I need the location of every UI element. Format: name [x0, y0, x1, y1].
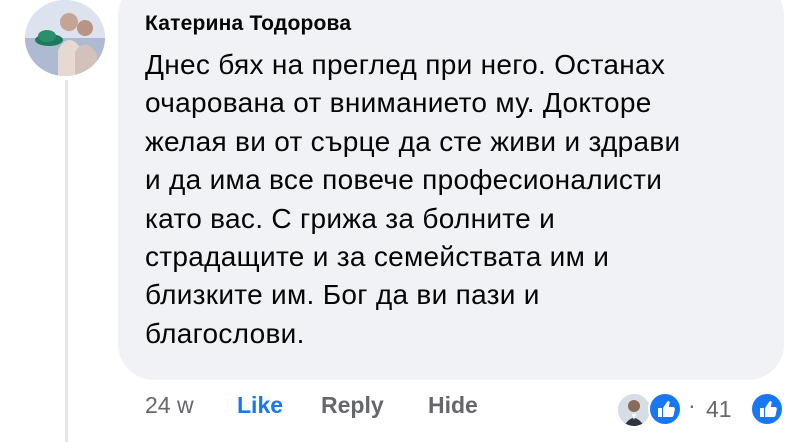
- comment-text-line: страдащите и за семействата им и: [145, 241, 610, 273]
- like-icon: [750, 392, 784, 426]
- person-avatar-icon: [618, 394, 650, 426]
- comment-text-line: като вас. С грижа за болните и: [145, 202, 556, 234]
- comment-text-line: и да има все повече професионалисти: [145, 164, 663, 196]
- reply-thread-line: [65, 80, 68, 442]
- like-button[interactable]: Like: [237, 392, 283, 419]
- reactor-avatar: [616, 392, 652, 428]
- author-avatar[interactable]: [25, 0, 105, 76]
- comment-text-line: Днес бях на преглед при него. Останах: [145, 49, 666, 80]
- reaction-separator: ·: [688, 392, 696, 418]
- reaction-count[interactable]: 41: [706, 396, 732, 423]
- like-icon: [648, 392, 682, 426]
- hide-button[interactable]: Hide: [428, 392, 478, 419]
- avatar-photo-icon: [25, 0, 105, 76]
- comment-author-name[interactable]: Катерина Тодорова: [145, 12, 351, 36]
- comment-text: Днес бях на преглед при него. Останах оч…: [145, 46, 765, 353]
- comment-text-line: близките им. Бог да ви пази и: [145, 279, 540, 311]
- reactions-summary[interactable]: · 41: [612, 390, 784, 428]
- comment-timestamp[interactable]: 24 w: [145, 392, 194, 419]
- comment-text-line: очарована от вниманието му. Докторе: [145, 87, 652, 119]
- reply-button[interactable]: Reply: [321, 392, 384, 419]
- comment-text-line: благослови.: [145, 317, 305, 349]
- comment-text-line: желая ви от сърце да сте живи и здрави: [145, 125, 681, 157]
